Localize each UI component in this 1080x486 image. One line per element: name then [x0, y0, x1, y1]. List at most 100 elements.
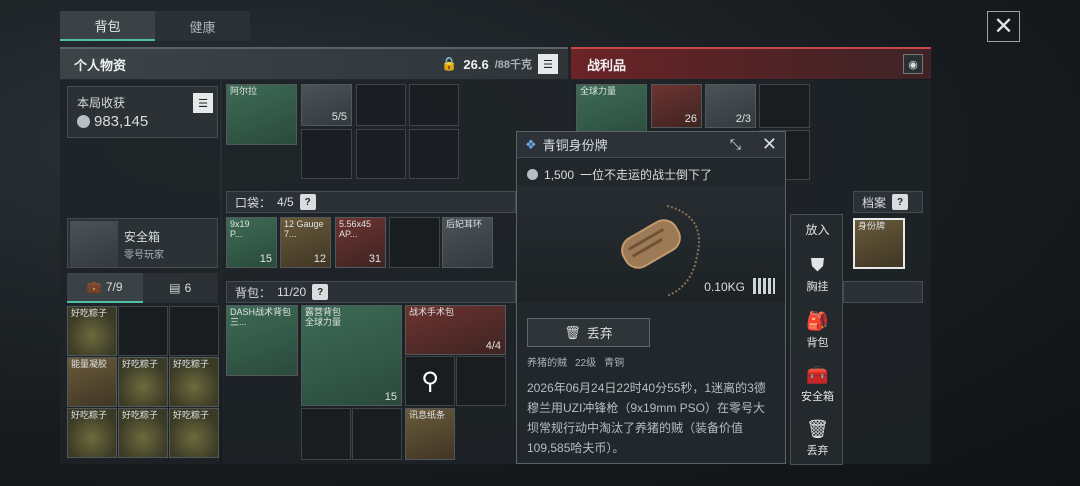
list-icon[interactable]: ☰	[538, 54, 558, 74]
camping-backpack-item[interactable]: 露营背包 全球力量 15	[301, 305, 402, 406]
earnings-label: 本局收获	[77, 96, 126, 110]
empty-slot	[169, 306, 219, 356]
item-qty: 5/5	[331, 111, 347, 123]
item-detail-popup: ❖ 青铜身份牌 ⤡ ✕ 1,500 一位不走运的战士倒下了 0.10KG 🗑 丢…	[516, 131, 786, 464]
empty-slot	[456, 356, 506, 406]
chest-rig-item[interactable]: 阿尔拉	[226, 84, 297, 145]
loot-medicine-item[interactable]: 26	[651, 84, 702, 128]
earnings-list-icon[interactable]: ☰	[193, 93, 213, 113]
backpack-icon: 🎒	[806, 311, 829, 331]
toolbox-icon: 🧰	[806, 365, 829, 385]
ammo-item[interactable]: 9x19 P... 15	[226, 217, 277, 268]
popup-description: 2026年06月24日22时40分55秒，1迷离的3德穆兰用UZI冲锋枪（9x1…	[527, 381, 766, 455]
energy-gel-item[interactable]: 能量凝胶	[67, 357, 117, 407]
collapse-icon[interactable]: ⤡	[730, 136, 741, 153]
food-item[interactable]: 好吃粽子	[118, 357, 168, 407]
pocket-bar: 口袋： 4/5 ?	[226, 191, 516, 213]
ammo-item[interactable]: 12 Gauge 7... 12	[280, 217, 331, 268]
pocket-count: 4/5	[277, 195, 294, 209]
weight-value: 26.6	[463, 56, 489, 72]
backpack-label: 背包：	[235, 285, 272, 300]
item-qty: 12	[313, 253, 326, 265]
menu-label: 丢弃	[806, 445, 829, 457]
item-name: 好吃粽子	[122, 410, 159, 420]
tab-backpack[interactable]: 背包	[60, 11, 155, 41]
item-name: 好吃粽子	[71, 410, 108, 420]
case-count: 6	[184, 281, 192, 295]
empty-slot	[409, 129, 459, 179]
tab-case-count[interactable]: ▤ 6	[142, 273, 218, 303]
note-item[interactable]: 讯息纸条	[405, 408, 455, 460]
popup-title: 青铜身份牌	[542, 138, 608, 153]
menu-safebox[interactable]: 🧰 安全箱	[791, 365, 844, 404]
killer-info: 养猪的贼 22级 青铜	[527, 354, 624, 369]
personal-supplies-title: 个人物资	[74, 57, 127, 73]
close-icon[interactable]: ✕	[987, 11, 1020, 42]
killer-rank: 青铜	[604, 358, 625, 369]
food-item[interactable]: 好吃粽子	[67, 306, 117, 356]
popup-value: 1,500	[544, 167, 575, 182]
weight-max: /88千克	[494, 59, 532, 71]
location-pin-icon[interactable]: ◉	[903, 54, 923, 74]
menu-backpack[interactable]: 🎒 背包	[791, 311, 844, 350]
safebox-slot[interactable]: 安全箱 零号玩家	[67, 218, 218, 268]
close-icon[interactable]: ✕	[762, 134, 777, 155]
menu-chest-rig[interactable]: ⛊ 胸挂	[791, 255, 844, 294]
food-item[interactable]: 好吃粽子	[169, 357, 219, 407]
rig-count: 7/9	[105, 280, 123, 294]
ammo-item[interactable]: 5.56x45 AP... 31	[335, 217, 386, 268]
empty-slot	[356, 129, 406, 179]
item-qty: 15	[384, 391, 397, 403]
discard-button[interactable]: 🗑 丢弃	[527, 318, 650, 347]
item-qty: 31	[368, 253, 381, 265]
empty-slot	[301, 408, 351, 460]
food-item[interactable]: 好吃粽子	[67, 408, 117, 458]
backpack-bar: 背包： 11/20 ?	[226, 281, 516, 303]
earring-item[interactable]: 后妃耳环	[442, 217, 493, 268]
coin-icon	[77, 115, 90, 128]
tab-rig-count[interactable]: 💼 7/9	[67, 273, 143, 303]
tactical-backpack-item[interactable]: DASH战术背包 三...	[226, 305, 298, 376]
menu-label: 胸挂	[806, 281, 829, 293]
item-name: 全球力量	[580, 86, 617, 96]
popup-subtitle: 一位不走运的战士倒下了	[580, 168, 713, 182]
loot-grenade-item[interactable]: 2/3	[705, 84, 756, 128]
item-qty: 26	[684, 113, 697, 125]
container-tabs: 💼 7/9 ▤ 6	[67, 273, 218, 303]
item-name: 阿尔拉	[230, 86, 258, 96]
tab-health[interactable]: 健康	[155, 11, 250, 41]
safebox-title: 安全箱	[124, 230, 161, 244]
case-icon: ▤	[169, 281, 181, 295]
help-icon[interactable]: ?	[299, 194, 316, 210]
item-name: 战术手术包	[409, 307, 455, 317]
dogtag-slot-item[interactable]: 身份牌	[853, 218, 905, 269]
loot-title: 战利品	[587, 57, 627, 73]
pocket-label: 口袋：	[235, 195, 272, 210]
item-qty: 2/3	[735, 113, 751, 125]
menu-label: 背包	[806, 337, 829, 349]
food-item[interactable]: 好吃粽子	[169, 408, 219, 458]
popup-header: ❖ 青铜身份牌 ⤡ ✕	[517, 132, 785, 158]
item-weight: 0.10KG	[704, 280, 745, 294]
earnings-value: 983,145	[94, 113, 149, 130]
put-into-header: 放入	[805, 223, 830, 237]
empty-slot	[356, 84, 406, 126]
item-name: 好吃粽子	[122, 359, 159, 369]
empty-slot	[409, 84, 459, 126]
empty-slot	[352, 408, 402, 460]
coin-icon	[527, 169, 538, 180]
help-icon[interactable]: ?	[312, 284, 329, 300]
food-item[interactable]: 好吃粽子	[118, 408, 168, 458]
search-icon[interactable]: ⚲	[405, 356, 455, 406]
item-image-area: 0.10KG	[517, 186, 785, 302]
dossier-bar: 档案 ?	[853, 191, 923, 213]
killer-name: 养猪的贼	[527, 358, 567, 369]
item-name: 露营背包 全球力量	[305, 307, 342, 327]
item-name: DASH战术背包 三...	[230, 307, 292, 327]
medkit-item[interactable]: 战术手术包 4/4	[405, 305, 506, 355]
grenade-item[interactable]: 5/5	[301, 84, 352, 126]
put-into-menu: 放入 ⛊ 胸挂 🎒 背包 🧰 安全箱 🗑 丢弃	[790, 214, 843, 465]
help-icon[interactable]: ?	[892, 194, 909, 210]
item-name: 讯息纸条	[409, 410, 446, 420]
menu-discard[interactable]: 🗑 丢弃	[791, 419, 844, 458]
